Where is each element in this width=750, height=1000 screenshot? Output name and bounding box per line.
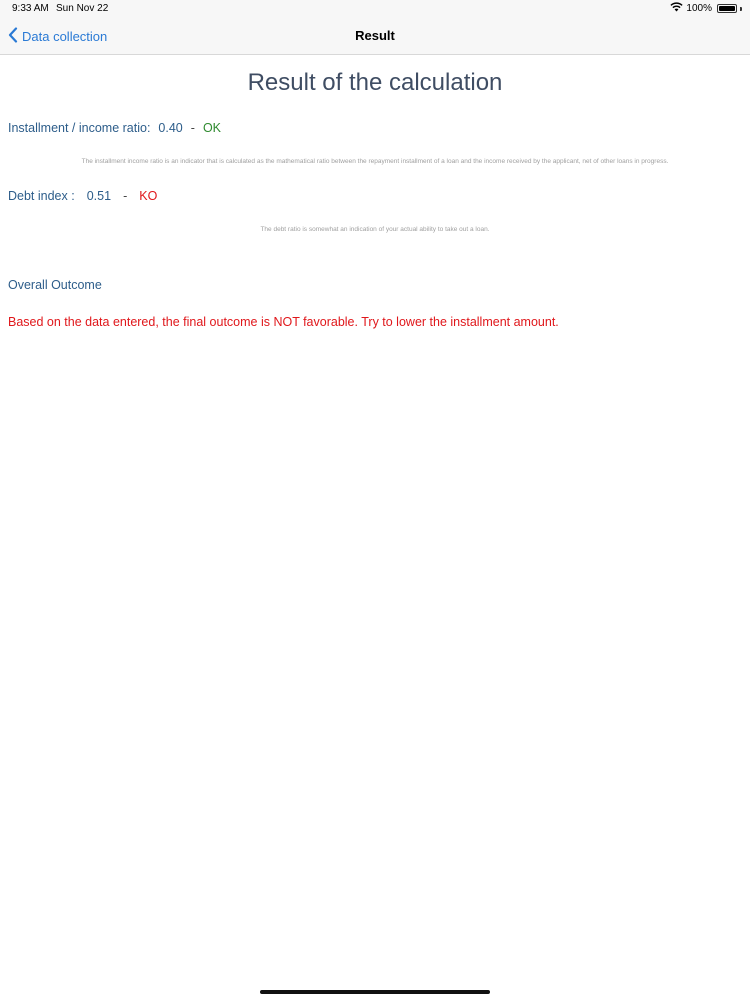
nav-title: Result (355, 28, 395, 43)
debt-index-note: The debt ratio is somewhat an indication… (260, 226, 490, 233)
status-time: 9:33 AM (12, 3, 49, 14)
installment-ratio-status: OK (202, 121, 221, 135)
status-date: Sun Nov 22 (56, 3, 109, 14)
debt-index-value: 0.51 (86, 189, 112, 203)
status-bar: 9:33 AM Sun Nov 22 100% (0, 0, 750, 18)
status-indicators: 100% (670, 2, 742, 15)
debt-index-status: KO (139, 189, 158, 203)
battery-cap (740, 6, 742, 11)
debt-index-row: Debt index : 0.51 - KO (8, 189, 157, 203)
overall-outcome-text: Based on the data entered, the final out… (8, 315, 559, 329)
navigation-bar: Data collection Result (0, 18, 750, 55)
installment-ratio-value: 0.40 (158, 121, 183, 135)
installment-ratio-label: Installment / income ratio: (8, 121, 151, 135)
installment-ratio-separator: - (190, 121, 195, 135)
installment-ratio-note: The installment income ratio is an indic… (81, 158, 669, 165)
page-title: Result of the calculation (247, 69, 503, 96)
battery-percent: 100% (686, 3, 712, 14)
debt-index-separator: - (123, 189, 128, 203)
battery-icon (717, 4, 737, 13)
installment-ratio-row: Installment / income ratio: 0.40 - OK (8, 121, 221, 135)
result-content: Result of the calculation (0, 55, 750, 101)
debt-index-label: Debt index : (8, 189, 75, 203)
home-indicator[interactable] (260, 990, 490, 994)
wifi-icon (670, 2, 684, 15)
overall-outcome-label: Overall Outcome (8, 278, 102, 292)
